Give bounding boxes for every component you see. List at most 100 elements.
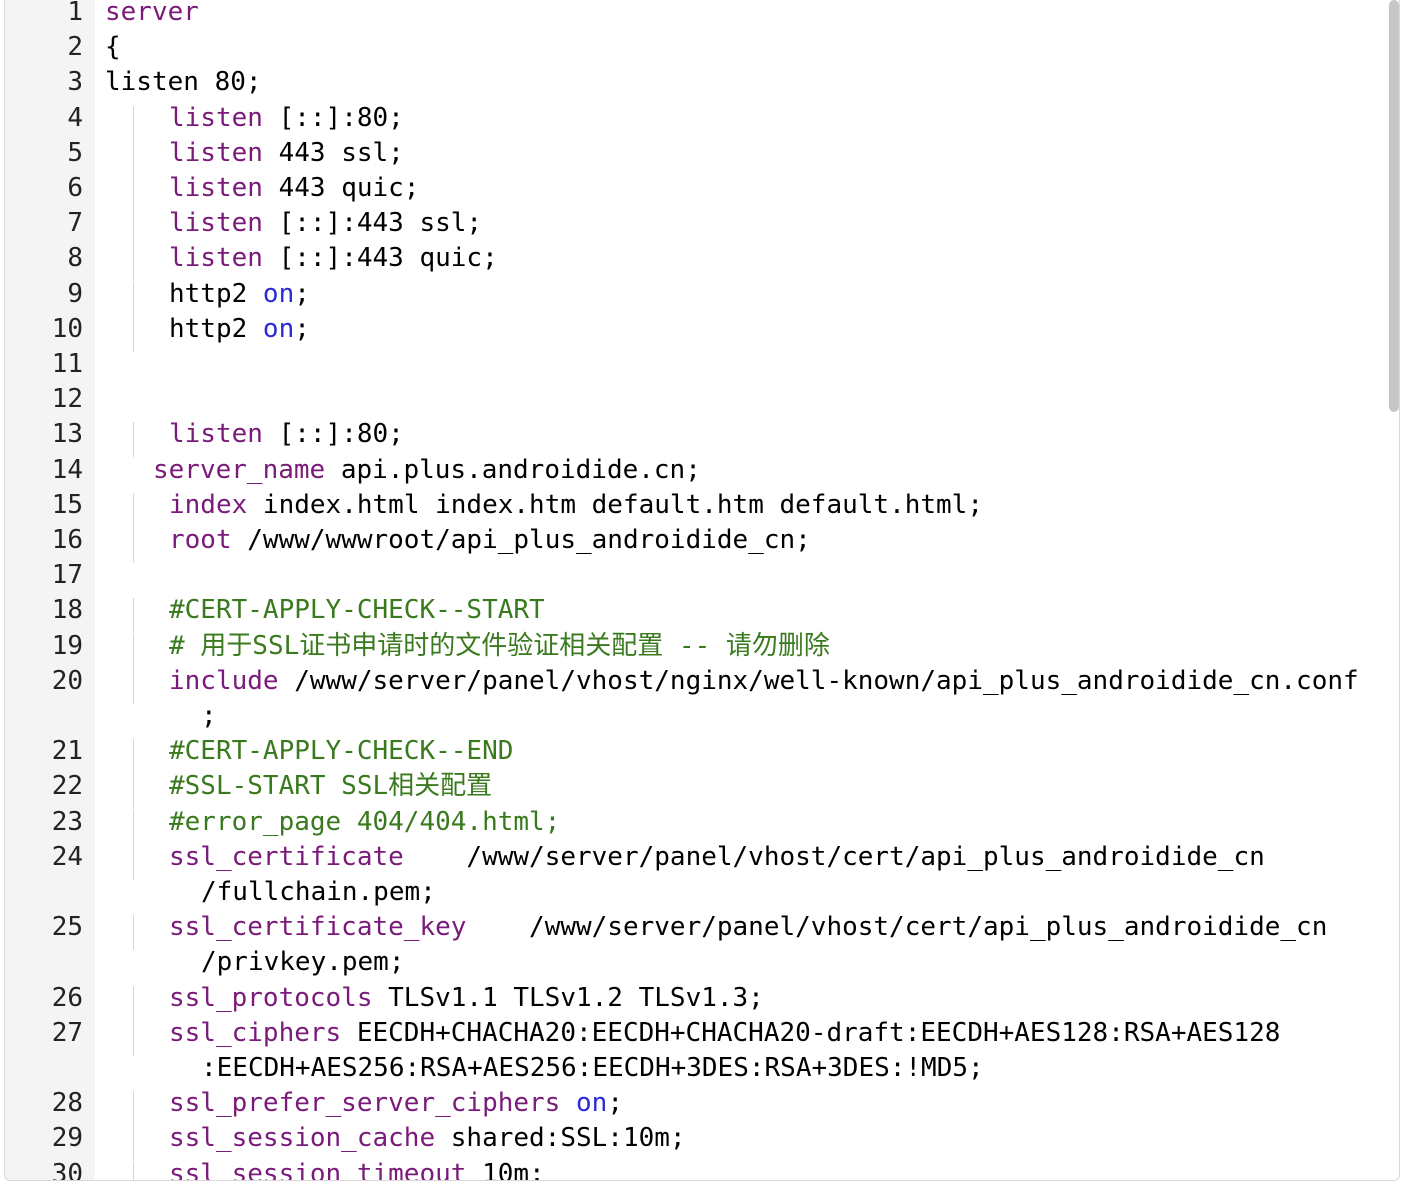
line-text: /fullchain.pem; (201, 875, 436, 910)
directive-token: index (169, 489, 248, 520)
line-number: 23 (51, 806, 83, 837)
comment-token: # 用于SSL证书申请时的文件验证相关配置 -- 请勿删除 (169, 630, 830, 661)
indent-guide (133, 1126, 134, 1162)
code-line[interactable]: 1 server (5, 0, 1399, 35)
line-text: listen 443 quic; (169, 171, 419, 206)
line-number: 21 (51, 736, 83, 767)
indent-guide (133, 809, 134, 845)
line-text: listen 80; (105, 65, 262, 100)
line-number: 4 (67, 102, 83, 133)
indent-guide (133, 633, 134, 669)
line-number: 12 (51, 384, 83, 415)
line-number: 28 (51, 1088, 83, 1119)
text-token: /www/server/panel/vhost/nginx/well-known… (278, 665, 1359, 696)
comment-token: #error_page 404/404.html; (169, 806, 561, 837)
indent-guide (133, 598, 134, 634)
line-text: index index.html index.htm default.htm d… (169, 488, 983, 523)
directive-token: include (169, 665, 279, 696)
text-token: 443 ssl; (262, 137, 404, 168)
line-text: ssl_protocols TLSv1.1 TLSv1.2 TLSv1.3; (169, 981, 764, 1016)
line-text: ssl_session_cache shared:SSL:10m; (169, 1121, 686, 1156)
indent-guide (133, 528, 134, 563)
line-text: { (105, 30, 121, 65)
line-number: 17 (51, 560, 83, 591)
indent-guide (133, 739, 134, 775)
directive-token: listen (169, 419, 263, 450)
text-token: /www/server/panel/vhost/cert/api_plus_an… (466, 912, 1328, 943)
code-line[interactable]: 10 http2 on; (5, 314, 1399, 352)
comment-token: #CERT-APPLY-CHECK--START (169, 595, 545, 626)
text-token: 10m; (466, 1158, 545, 1181)
line-text: ssl_prefer_server_ciphers on; (169, 1086, 623, 1121)
vertical-scrollbar-thumb[interactable] (1389, 0, 1399, 412)
line-number: 9 (67, 278, 83, 309)
line-number: 2 (67, 32, 83, 63)
text-token: ; (294, 278, 310, 309)
code-editor[interactable]: 1 server 2{3 listen 80; 4 listen [::]:80; 5 lis… (4, 0, 1400, 1181)
indent-guide (133, 316, 134, 352)
line-number: 24 (51, 841, 83, 872)
text-token: shared:SSL:10m; (435, 1123, 686, 1154)
text-token: /fullchain.pem; (201, 877, 436, 907)
line-number: 11 (51, 349, 83, 379)
code-line[interactable]: 11 (5, 349, 1399, 387)
directive-token: ssl_certificate_key (169, 912, 467, 943)
indent-guide (133, 105, 134, 141)
line-number: 26 (51, 982, 83, 1013)
directive-token: ssl_certificate (169, 841, 404, 872)
line-text: /privkey.pem; (201, 945, 405, 980)
line-text: root /www/wwwroot/api_plus_androidide_cn… (169, 523, 811, 558)
indent-guide (133, 281, 134, 317)
text-token: http2 (169, 278, 263, 309)
line-text: server (105, 0, 199, 30)
code-line[interactable]: 16 root /www/wwwroot/api_plus_androidide_… (5, 525, 1399, 563)
indent-guide (133, 140, 134, 176)
directive-token: ssl_protocols (169, 982, 373, 1013)
line-text: listen 443 ssl; (169, 136, 404, 171)
line-number: 1 (67, 0, 83, 27)
line-number: 18 (51, 595, 83, 626)
text-token: :EECDH+AES256:RSA+AES256:EECDH+3DES:RSA+… (201, 1053, 984, 1083)
code-line[interactable]: 30 ssl_session_timeout 10m; (5, 1158, 1399, 1181)
line-text: ; (201, 699, 217, 734)
text-token: api.plus.androidide.cn; (325, 454, 701, 485)
line-number: 7 (67, 208, 83, 239)
line-text: # 用于SSL证书申请时的文件验证相关配置 -- 请勿删除 (169, 629, 830, 664)
line-number: 13 (51, 419, 83, 450)
value-token: on (262, 278, 295, 309)
line-text: #error_page 404/404.html; (169, 805, 560, 840)
text-token: ; (201, 701, 217, 731)
line-number: 30 (51, 1158, 83, 1181)
line-number: 16 (51, 525, 83, 555)
line-text: listen [::]:443 ssl; (169, 206, 482, 241)
line-number: 29 (51, 1123, 83, 1154)
indent-guide (133, 668, 134, 704)
directive-token: listen (169, 208, 263, 239)
directive-token: server_name (153, 454, 326, 485)
line-number: 22 (51, 771, 83, 802)
line-text: http2 on; (169, 312, 310, 347)
line-text: listen [::]:80; (169, 417, 404, 452)
indent-guide (133, 176, 134, 211)
comment-token: #SSL-START SSL相关配置 (169, 771, 493, 802)
directive-token: listen (169, 102, 263, 133)
directive-token: server (105, 0, 199, 27)
indent-guide (133, 774, 134, 810)
line-text: http2 on; (169, 277, 310, 312)
indent-guide (133, 985, 134, 1021)
text-token: http2 (169, 313, 263, 344)
line-number: 20 (51, 665, 83, 696)
text-token: listen 80; (105, 67, 262, 98)
value-token: on (576, 1088, 608, 1119)
text-token: TLSv1.1 TLSv1.2 TLSv1.3; (372, 982, 764, 1013)
value-token: on (262, 313, 295, 344)
line-text: listen [::]:80; (169, 101, 404, 136)
text-token: /privkey.pem; (201, 947, 405, 978)
line-number: 27 (51, 1017, 83, 1048)
indent-guide (133, 915, 134, 951)
text-token: [::]:80; (262, 102, 404, 133)
line-number: 10 (51, 313, 83, 344)
text-token: /www/wwwroot/api_plus_androidide_cn; (231, 525, 811, 555)
line-text: ssl_ciphers EECDH+CHACHA20:EECDH+CHACHA2… (169, 1016, 1280, 1051)
